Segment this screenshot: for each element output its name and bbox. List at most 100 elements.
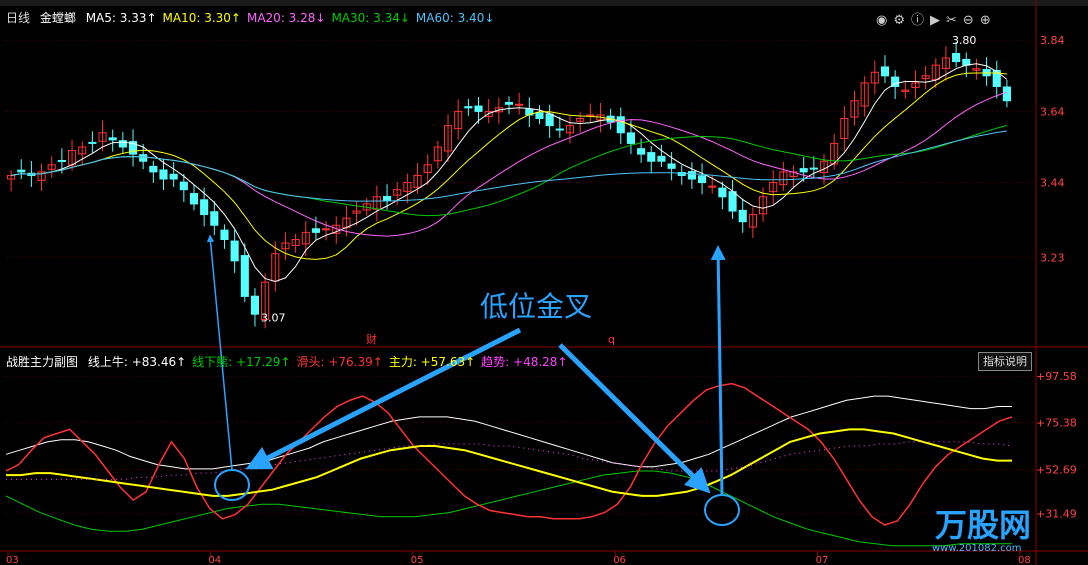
indicator-legend-item: 滑头: +76.39↑	[296, 355, 383, 369]
candle-body	[647, 152, 656, 162]
candle-body	[535, 112, 544, 120]
indicator-header: 战胜主力副图 线上牛: +83.46↑ 线下熊: +17.29↑ 滑头: +76.3…	[6, 353, 579, 370]
candle-body	[464, 106, 473, 109]
price-tick-label: 3.64	[1040, 105, 1065, 118]
gear-icon[interactable]: ⚙	[893, 13, 911, 28]
ma-legend-item: MA10: 3.30↑	[162, 11, 241, 25]
cross-circle-right	[704, 494, 740, 526]
high-price-label: 3.80	[952, 34, 977, 47]
candle-body	[322, 228, 331, 231]
candle-body	[637, 148, 646, 155]
candle-body	[698, 175, 707, 184]
time-tick-label: 03	[6, 555, 19, 565]
indicator-line-线上牛	[5, 395, 1012, 470]
indicator-legend: 线上牛: +83.46↑ 线下熊: +17.29↑ 滑头: +76.39↑ 主力: +…	[88, 355, 574, 369]
low-price-label: 3.07	[261, 311, 286, 324]
arrow-up-right	[710, 245, 726, 496]
watermark-logo: 万股网	[935, 506, 1032, 544]
candle-body	[616, 116, 625, 134]
ma-legend: MA5: 3.33↑ MA10: 3.30↑ MA20: 3.28↓ MA30: 3.…	[86, 11, 501, 25]
candle-body	[17, 169, 26, 173]
price-tick-label: 3.44	[1040, 177, 1065, 190]
indicator-help-button[interactable]: 指标说明	[978, 352, 1032, 371]
candle-body	[809, 167, 818, 170]
period-label[interactable]: 日线	[6, 11, 30, 25]
indicator-line-线下熊	[5, 470, 1012, 547]
ma-line-ma60	[11, 130, 1007, 202]
time-tick-label: 08	[1018, 555, 1031, 565]
indicator-line-滑头	[5, 382, 1013, 526]
indicator-tick-label: +97.58	[1036, 370, 1077, 383]
eye-icon[interactable]: ◉	[876, 13, 893, 28]
candle-body	[383, 195, 392, 201]
ma-legend-item: MA5: 3.33↑	[85, 11, 157, 25]
ma-legend-item: MA60: 3.40↓	[415, 11, 495, 25]
candle-body	[728, 191, 737, 212]
candle-body	[200, 199, 209, 216]
watermark-url: www.201082.com	[932, 543, 1022, 554]
time-tick-label: 07	[816, 555, 829, 565]
chart-canvas: 3.07 3.80 财 q 3.23 3.44 3.64 3.84 +31.49 +52.69 +…	[0, 0, 1088, 565]
ma-legend-item: MA30: 3.34↓	[331, 11, 410, 25]
candle-body	[210, 211, 219, 226]
candle-body	[88, 141, 97, 144]
candle-body	[108, 137, 117, 141]
play-icon[interactable]: ▶	[930, 13, 946, 28]
candle-body	[179, 181, 188, 191]
indicator-legend-item: 线下熊: +17.29↑	[192, 355, 291, 369]
golden-cross-label: 低位金叉	[480, 290, 592, 323]
time-tick-label: 04	[208, 555, 221, 565]
candle-body	[149, 165, 158, 173]
candle-body	[718, 187, 727, 198]
candle-body	[159, 169, 168, 180]
indicator-line-主力	[6, 428, 1012, 497]
candle-body	[555, 128, 564, 131]
indicator-chart	[5, 382, 1013, 547]
candle-body	[311, 228, 320, 233]
zoom-out-icon[interactable]: ⊖	[963, 13, 980, 28]
candle-body	[57, 160, 66, 163]
candle-body	[952, 52, 961, 63]
indicator-line-趋势	[6, 441, 1013, 480]
main-chart-header: 日线 金螳螂 MA5: 3.33↑ MA10: 3.30↑ MA20: 3.28↓ M…	[6, 9, 506, 26]
indicator-tick-label: +31.49	[1036, 508, 1077, 521]
chart-toolbar-icons[interactable]: ◉⚙ⓘ▶✂⊖⊕	[876, 9, 997, 28]
candle-body	[626, 132, 635, 144]
zoom-in-icon[interactable]: ⊕	[980, 13, 997, 28]
q-marker: q	[608, 333, 615, 346]
finance-marker: 财	[366, 332, 377, 346]
time-tick-label: 05	[411, 555, 424, 565]
candle-body	[250, 295, 260, 315]
indicator-legend-item: 主力: +57.63↑	[388, 355, 476, 369]
candle-body	[799, 168, 808, 173]
candle-body	[515, 103, 524, 106]
candle-body	[474, 105, 483, 112]
candle-body	[880, 66, 890, 77]
stock-name: 金螳螂	[39, 11, 76, 25]
candle-body	[169, 173, 178, 180]
time-tick-label: 06	[613, 555, 626, 565]
candle-body	[738, 209, 747, 223]
arrow-to-left-cross	[245, 327, 522, 470]
info-icon[interactable]: ⓘ	[911, 13, 930, 28]
indicator-name: 战胜主力副图	[6, 355, 79, 369]
candle-body	[189, 193, 199, 205]
candle-body	[504, 102, 514, 105]
candle-body	[687, 171, 696, 180]
arrow-to-right-cross	[558, 343, 711, 494]
candle-body	[230, 240, 239, 262]
candle-body	[657, 155, 666, 162]
indicator-tick-label: +52.69	[1036, 464, 1077, 477]
indicator-legend-item: 线上牛: +83.46↑	[87, 355, 187, 369]
candle-body	[667, 163, 676, 169]
candle-body	[139, 154, 148, 162]
candle-body	[1002, 86, 1011, 102]
indicator-legend-item: 趋势: +48.28↑	[481, 355, 568, 369]
price-tick-label: 3.84	[1040, 34, 1065, 47]
candle-body	[240, 255, 249, 297]
ma-legend-item: MA20: 3.28↓	[246, 11, 326, 25]
scissors-icon[interactable]: ✂	[946, 13, 963, 28]
annotation-layer: 低位金叉	[206, 234, 740, 526]
indicator-tick-label: +75.38	[1036, 416, 1077, 429]
candle-body	[545, 113, 554, 127]
